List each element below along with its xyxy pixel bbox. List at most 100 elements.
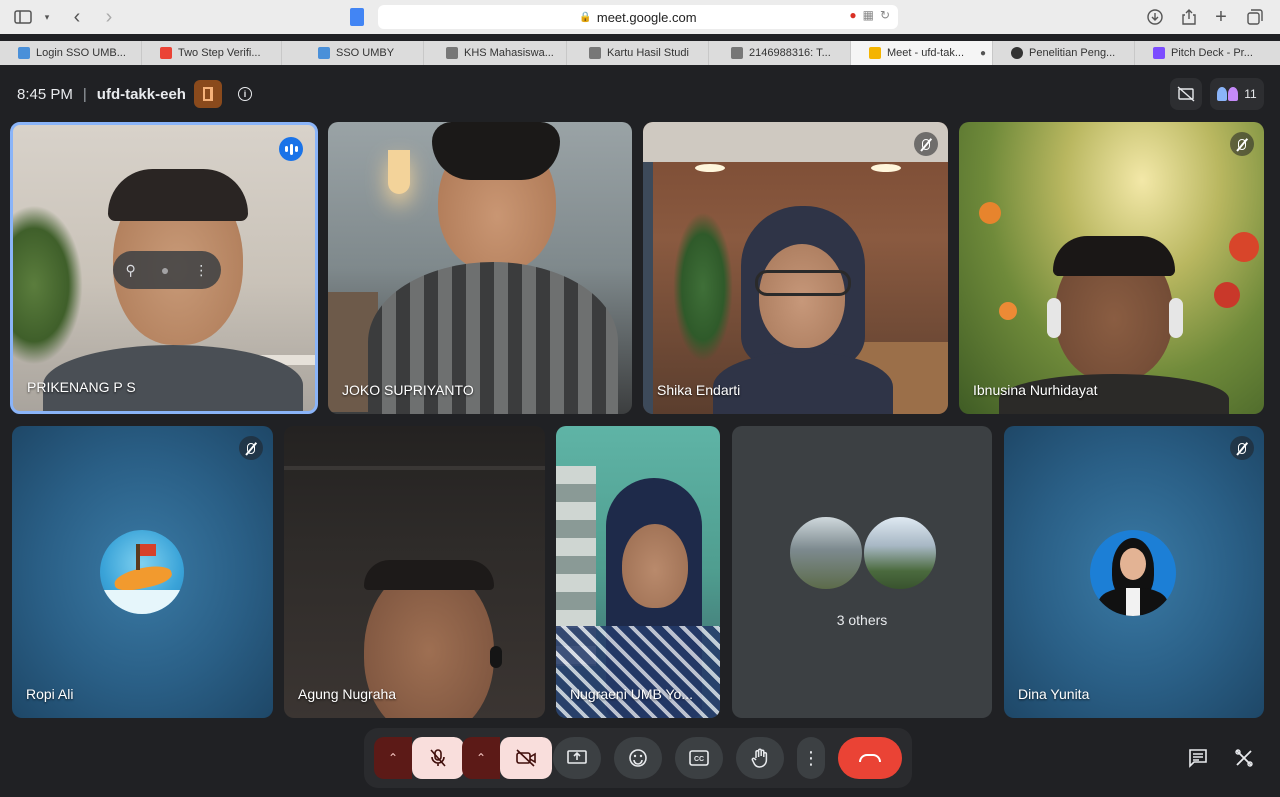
captions-off-button[interactable] bbox=[1170, 78, 1202, 110]
participant-name: Dina Yunita bbox=[1018, 686, 1090, 702]
page-icon bbox=[350, 8, 364, 26]
hand-icon bbox=[751, 748, 768, 768]
video-tile-agung[interactable]: Agung Nugraha bbox=[284, 426, 545, 718]
svg-text:CC: CC bbox=[694, 756, 704, 763]
headphones bbox=[1169, 298, 1183, 338]
no-captions-icon bbox=[1177, 86, 1195, 102]
back-icon[interactable]: ‹ bbox=[66, 6, 88, 28]
captions-button[interactable]: CC bbox=[675, 737, 723, 779]
video-tile-joko[interactable]: JOKO SUPRIYANTO bbox=[328, 122, 632, 414]
mic-off-icon bbox=[1238, 442, 1246, 454]
translate-icon[interactable]: ▦ bbox=[863, 8, 874, 22]
reactions-button[interactable] bbox=[614, 737, 662, 779]
patterned-clothes bbox=[556, 626, 720, 718]
tab-kartu-hasil-studi[interactable]: Kartu Hasil Studi bbox=[567, 41, 709, 65]
tab-label: Kartu Hasil Studi bbox=[607, 47, 689, 59]
wall-line-bg bbox=[284, 466, 545, 470]
video-tile-prikenang[interactable]: ⚲ ● ⋮ PRIKENANG P S bbox=[10, 122, 318, 414]
light-bg bbox=[871, 164, 901, 172]
tab-overview-icon[interactable] bbox=[1244, 6, 1266, 28]
muted-indicator bbox=[1230, 132, 1254, 156]
tab-label: 2146988316: T... bbox=[749, 47, 831, 59]
others-tile[interactable]: 3 others bbox=[732, 426, 992, 718]
people-icon bbox=[1217, 87, 1239, 101]
camera-control: ⌃ bbox=[462, 737, 552, 779]
info-icon[interactable]: i bbox=[237, 87, 252, 101]
meeting-code: ufd-takk-eeh bbox=[96, 85, 186, 103]
mic-off-icon bbox=[1238, 138, 1246, 150]
avatar bbox=[1090, 530, 1176, 616]
pin-icon[interactable]: ⚲ bbox=[126, 262, 136, 279]
header-separator: | bbox=[82, 85, 87, 103]
new-tab-icon[interactable]: + bbox=[1210, 6, 1232, 28]
microphone-off-button[interactable] bbox=[412, 737, 464, 779]
more-options-button[interactable]: ⋮ bbox=[797, 737, 825, 779]
light-bg bbox=[695, 164, 725, 172]
person-hair bbox=[1053, 236, 1175, 276]
leave-call-button[interactable] bbox=[838, 737, 902, 779]
speaking-indicator-icon bbox=[279, 137, 303, 161]
tab-strip: Login SSO UMB... Two Step Verifi... SSO … bbox=[0, 41, 1280, 65]
person-hair bbox=[364, 560, 494, 590]
plant-bg bbox=[13, 205, 83, 365]
tab-pitch-deck[interactable]: Pitch Deck - Pr... bbox=[1135, 41, 1280, 65]
tab-login-sso[interactable]: Login SSO UMB... bbox=[0, 41, 142, 65]
meet-favicon bbox=[869, 47, 881, 59]
breakout-door-icon[interactable] bbox=[193, 80, 222, 108]
more-options-icon[interactable]: ⋮ bbox=[194, 262, 208, 279]
mic-options-button[interactable]: ⌃ bbox=[374, 737, 412, 779]
participant-name: Ibnusina Nurhidayat bbox=[973, 382, 1098, 398]
chat-button[interactable] bbox=[1181, 741, 1215, 775]
url-text: meet.google.com bbox=[596, 9, 697, 25]
lock-icon: 🔒 bbox=[579, 11, 592, 23]
participant-name: JOKO SUPRIYANTO bbox=[342, 382, 474, 398]
forward-icon[interactable]: › bbox=[98, 6, 120, 28]
participant-name: Ropi Ali bbox=[26, 686, 74, 702]
video-tile-ibnusina[interactable]: Ibnusina Nurhidayat bbox=[959, 122, 1264, 414]
tab-meet[interactable]: Meet - ufd-tak... ● bbox=[851, 41, 993, 65]
person-face bbox=[622, 524, 688, 608]
tab-favicon bbox=[446, 47, 458, 59]
share-icon[interactable] bbox=[1178, 6, 1200, 28]
tab-2146988316[interactable]: 2146988316: T... bbox=[709, 41, 851, 65]
camera-off-button[interactable] bbox=[500, 737, 552, 779]
download-icon[interactable] bbox=[1144, 6, 1166, 28]
tab-penelitian[interactable]: Penelitian Peng... bbox=[993, 41, 1135, 65]
participant-name: Agung Nugraha bbox=[298, 686, 397, 702]
video-tile-shika[interactable]: Shika Endarti bbox=[643, 122, 948, 414]
tab-two-step[interactable]: Two Step Verifi... bbox=[142, 41, 282, 65]
microphone-control: ⌃ bbox=[374, 737, 464, 779]
glasses bbox=[755, 270, 851, 296]
tab-khs-mahasiswa[interactable]: KHS Mahasiswa... bbox=[424, 41, 567, 65]
tab-label: Penelitian Peng... bbox=[1029, 47, 1116, 59]
plant-bg bbox=[673, 212, 733, 362]
tab-label: SSO UMBY bbox=[336, 47, 395, 59]
reload-icon[interactable]: ↻ bbox=[880, 8, 890, 22]
chevron-down-icon[interactable]: ▾ bbox=[36, 6, 58, 28]
others-label: 3 others bbox=[836, 612, 888, 628]
video-tile-ropi[interactable]: Ropi Ali bbox=[12, 426, 273, 718]
tab-mic-icon[interactable]: ● bbox=[980, 48, 986, 59]
sidebar-toggle-icon[interactable] bbox=[12, 6, 34, 28]
meeting-header: 8:45 PM | ufd-takk-eeh i bbox=[17, 80, 252, 108]
activities-button[interactable] bbox=[1227, 741, 1261, 775]
video-tile-nugraeni[interactable]: Nugraeni UMB Yo... bbox=[556, 426, 720, 718]
tab-label: Two Step Verifi... bbox=[178, 47, 261, 59]
mic-off-icon bbox=[247, 442, 255, 454]
tab-sso-umby[interactable]: SSO UMBY bbox=[282, 41, 424, 65]
muted-indicator bbox=[239, 436, 263, 460]
tab-label: KHS Mahasiswa... bbox=[464, 47, 554, 59]
camera-off-icon bbox=[516, 749, 536, 767]
address-bar[interactable]: 🔒 meet.google.com ● ▦ ↻ bbox=[378, 5, 898, 29]
mic-active-icon[interactable]: ● bbox=[849, 8, 856, 22]
camera-options-button[interactable]: ⌃ bbox=[462, 737, 500, 779]
present-screen-button[interactable] bbox=[553, 737, 601, 779]
captions-icon: CC bbox=[689, 750, 709, 766]
raise-hand-button[interactable] bbox=[736, 737, 784, 779]
mic-icon[interactable]: ● bbox=[161, 262, 169, 278]
video-tile-dina[interactable]: Dina Yunita bbox=[1004, 426, 1264, 718]
flag-shape bbox=[140, 544, 156, 556]
person-face bbox=[759, 244, 845, 348]
participants-button[interactable]: 11 bbox=[1210, 78, 1264, 110]
person-hair bbox=[108, 169, 248, 221]
